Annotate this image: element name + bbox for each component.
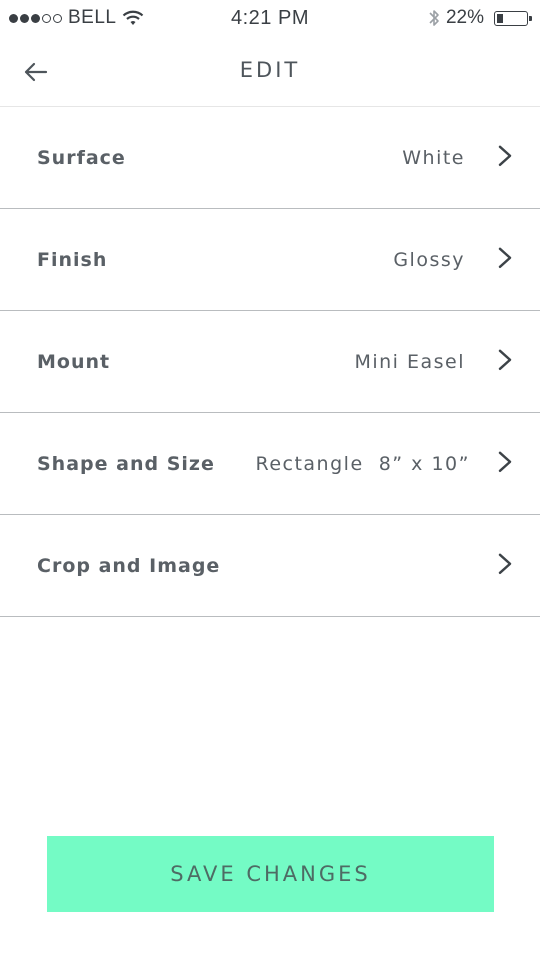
settings-row-finish[interactable]: Finish Glossy xyxy=(0,209,540,311)
settings-row-surface[interactable]: Surface White xyxy=(0,107,540,209)
battery-icon xyxy=(494,10,532,26)
battery-tip xyxy=(529,15,532,21)
battery-percent: 22% xyxy=(445,7,484,28)
chevron-right-icon xyxy=(498,451,512,472)
chevron-right-icon xyxy=(498,247,512,268)
row-label: Shape and Size xyxy=(37,452,215,475)
status-bar: BELL 4:21 PM 22% xyxy=(0,0,540,38)
nav-bar: EDIT xyxy=(0,38,540,106)
row-label: Surface xyxy=(37,146,126,169)
battery-level xyxy=(497,13,503,23)
settings-row-crop-and-image[interactable]: Crop and Image xyxy=(0,515,540,617)
row-value: Mini Easel xyxy=(354,350,465,373)
page-title: EDIT xyxy=(239,58,301,82)
settings-row-shape-and-size[interactable]: Shape and Size Rectangle 8” x 10” xyxy=(0,413,540,515)
settings-row-mount[interactable]: Mount Mini Easel xyxy=(0,311,540,413)
row-label: Mount xyxy=(37,350,111,373)
settings-list: Surface White Finish Glossy Mount Mini E… xyxy=(0,107,540,617)
row-value: Glossy xyxy=(393,248,465,271)
bluetooth-icon xyxy=(429,10,439,26)
status-right: 22% xyxy=(428,7,532,29)
row-label: Crop and Image xyxy=(37,554,221,577)
row-value: Rectangle 8” x 10” xyxy=(255,452,470,475)
chevron-right-icon xyxy=(498,553,512,574)
chevron-right-icon xyxy=(498,145,512,166)
chevron-right-icon xyxy=(498,349,512,370)
row-label: Finish xyxy=(37,248,108,271)
save-changes-button[interactable]: SAVE CHANGES xyxy=(47,836,494,912)
row-value: White xyxy=(402,146,465,169)
